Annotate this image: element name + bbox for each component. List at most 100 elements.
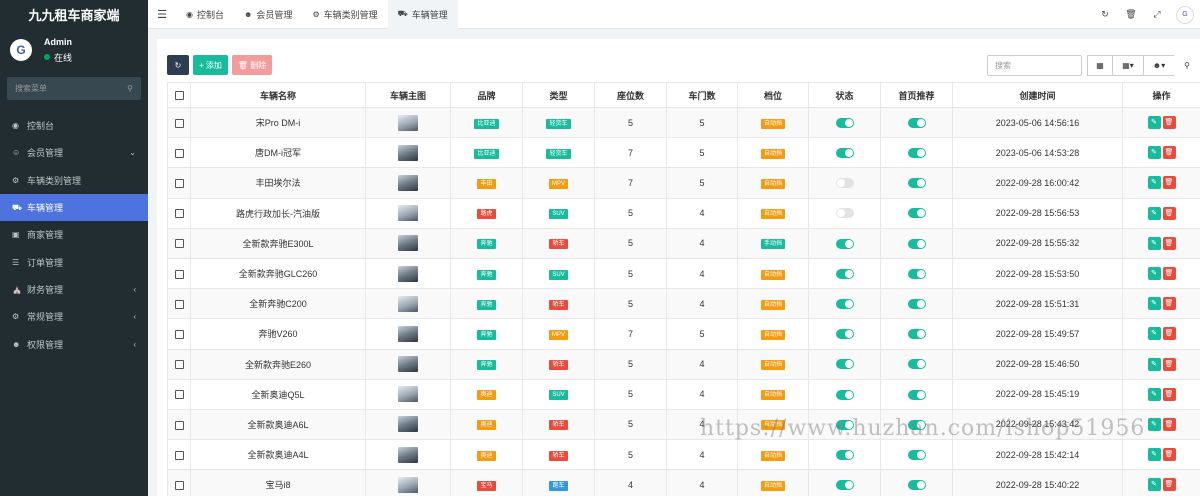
status-toggle[interactable] xyxy=(835,419,854,430)
edit-icon[interactable]: ✎ xyxy=(1147,176,1161,190)
delete-button[interactable]: 🗑 删除 xyxy=(231,55,273,75)
export-button[interactable]: ☻▾ xyxy=(1143,55,1175,76)
recommend-toggle[interactable] xyxy=(907,419,926,430)
recommend-toggle[interactable] xyxy=(907,268,926,279)
sidebar-item-vehicles[interactable]: ⛟ 车辆管理 xyxy=(0,193,148,222)
status-toggle[interactable] xyxy=(835,449,854,460)
col-header[interactable]: 车门数 xyxy=(666,82,738,108)
trash-icon[interactable]: 🗑 xyxy=(1162,236,1176,250)
recommend-toggle[interactable] xyxy=(907,480,926,491)
row-checkbox[interactable] xyxy=(167,106,191,139)
vehicle-thumbnail[interactable] xyxy=(398,325,418,342)
search-toggle-button[interactable]: ⚲ xyxy=(1174,55,1200,76)
col-header[interactable]: 首页推荐 xyxy=(880,82,953,108)
recommend-toggle[interactable] xyxy=(907,117,926,128)
edit-icon[interactable]: ✎ xyxy=(1147,387,1161,401)
trash-icon[interactable]: 🗑 xyxy=(1162,448,1176,462)
sidebar-item-dashboard[interactable]: ◉ 控制台 xyxy=(0,112,148,139)
edit-icon[interactable]: ✎ xyxy=(1147,448,1161,462)
trash-icon[interactable]: 🗑 xyxy=(1162,116,1176,130)
vehicle-thumbnail[interactable] xyxy=(398,446,418,463)
sidebar-item-general[interactable]: ⚙ 常规管理 ‹ xyxy=(0,303,148,330)
trash-icon[interactable]: 🗑 xyxy=(1162,387,1176,401)
edit-icon[interactable]: ✎ xyxy=(1147,146,1161,160)
recommend-toggle[interactable] xyxy=(907,359,926,370)
edit-icon[interactable]: ✎ xyxy=(1147,417,1161,431)
status-toggle[interactable] xyxy=(835,148,854,159)
vehicle-thumbnail[interactable] xyxy=(398,205,418,222)
status-toggle[interactable] xyxy=(835,178,854,189)
search-icon[interactable]: ⚲ xyxy=(127,84,133,93)
vehicle-thumbnail[interactable] xyxy=(398,295,418,312)
vehicle-thumbnail[interactable] xyxy=(398,235,418,252)
edit-icon[interactable]: ✎ xyxy=(1147,206,1161,220)
status-toggle[interactable] xyxy=(835,208,854,219)
status-toggle[interactable] xyxy=(835,480,854,491)
status-toggle[interactable] xyxy=(835,389,854,400)
row-checkbox[interactable] xyxy=(167,469,191,496)
col-header[interactable]: 品牌 xyxy=(450,82,523,108)
sidebar-item-members[interactable]: ☺ 会员管理 ⌄ xyxy=(0,139,148,166)
tab-vehicles[interactable]: ⛟ 车辆管理 xyxy=(387,0,458,29)
trash-icon[interactable]: 🗑 xyxy=(1162,146,1176,160)
vehicle-thumbnail[interactable] xyxy=(398,356,418,373)
fullscreen-icon[interactable]: ⤢ xyxy=(1144,9,1170,20)
edit-icon[interactable]: ✎ xyxy=(1147,357,1161,371)
col-header[interactable]: 操作 xyxy=(1122,82,1200,108)
recommend-toggle[interactable] xyxy=(907,299,926,310)
vehicle-thumbnail[interactable] xyxy=(398,114,418,131)
add-button[interactable]: + 添加 xyxy=(193,55,228,75)
row-checkbox[interactable] xyxy=(167,439,191,471)
refresh-icon[interactable]: ↻ xyxy=(1092,9,1118,20)
tab-members[interactable]: ☻ 会员管理 xyxy=(234,0,302,29)
edit-icon[interactable]: ✎ xyxy=(1147,297,1161,311)
edit-icon[interactable]: ✎ xyxy=(1147,327,1161,341)
row-checkbox[interactable] xyxy=(167,318,191,350)
row-checkbox[interactable] xyxy=(167,227,191,259)
select-all-checkbox[interactable] xyxy=(167,82,191,108)
col-header[interactable]: 档位 xyxy=(737,82,809,108)
vehicle-thumbnail[interactable] xyxy=(398,386,418,403)
status-toggle[interactable] xyxy=(835,268,854,279)
sidebar-item-merchants[interactable]: ▣ 商家管理 xyxy=(0,221,148,248)
menu-search-input[interactable]: 搜索菜单 ⚲ xyxy=(7,77,141,100)
row-checkbox[interactable] xyxy=(167,197,191,229)
trash-icon[interactable]: 🗑 xyxy=(1162,176,1176,190)
row-checkbox[interactable] xyxy=(167,167,191,199)
edit-icon[interactable]: ✎ xyxy=(1147,267,1161,281)
row-checkbox[interactable] xyxy=(167,257,191,290)
sidebar-item-vehicle-category[interactable]: ⚙ 车辆类别管理 xyxy=(0,167,148,194)
col-header[interactable]: 座位数 xyxy=(594,82,667,108)
edit-icon[interactable]: ✎ xyxy=(1147,236,1161,250)
trash-icon[interactable]: 🗑 xyxy=(1162,478,1176,492)
status-toggle[interactable] xyxy=(835,329,854,340)
recommend-toggle[interactable] xyxy=(907,449,926,460)
vehicle-thumbnail[interactable] xyxy=(398,265,418,282)
row-checkbox[interactable] xyxy=(167,288,191,320)
recommend-toggle[interactable] xyxy=(907,238,926,249)
edit-icon[interactable]: ✎ xyxy=(1147,478,1161,492)
col-header[interactable]: 车辆名称 xyxy=(190,82,366,108)
recommend-toggle[interactable] xyxy=(907,329,926,340)
trash-icon[interactable]: 🗑 xyxy=(1118,9,1144,20)
vehicle-thumbnail[interactable] xyxy=(398,174,418,191)
trash-icon[interactable]: 🗑 xyxy=(1162,357,1176,371)
col-header[interactable]: 创建时间 xyxy=(952,82,1123,108)
vehicle-thumbnail[interactable] xyxy=(398,416,418,433)
user-avatar[interactable]: G xyxy=(1176,5,1194,24)
sidebar-item-finance[interactable]: ⛪ 财务管理 ‹ xyxy=(0,276,148,303)
vehicle-thumbnail[interactable] xyxy=(398,144,418,161)
trash-icon[interactable]: 🗑 xyxy=(1162,297,1176,311)
status-toggle[interactable] xyxy=(835,299,854,310)
table-search-input[interactable]: 搜索 xyxy=(987,55,1082,76)
columns-button[interactable]: ▦▾ xyxy=(1112,55,1144,76)
edit-icon[interactable]: ✎ xyxy=(1147,116,1161,130)
status-toggle[interactable] xyxy=(835,238,854,249)
recommend-toggle[interactable] xyxy=(907,389,926,400)
col-header[interactable]: 类型 xyxy=(522,82,595,108)
tab-vehicle-category[interactable]: ⚙ 车辆类别管理 xyxy=(302,0,387,29)
sidebar-item-permissions[interactable]: ☻ 权限管理 ‹ xyxy=(0,330,148,357)
status-toggle[interactable] xyxy=(835,117,854,128)
recommend-toggle[interactable] xyxy=(907,208,926,219)
sidebar-item-orders[interactable]: ☰ 订单管理 xyxy=(0,248,148,275)
